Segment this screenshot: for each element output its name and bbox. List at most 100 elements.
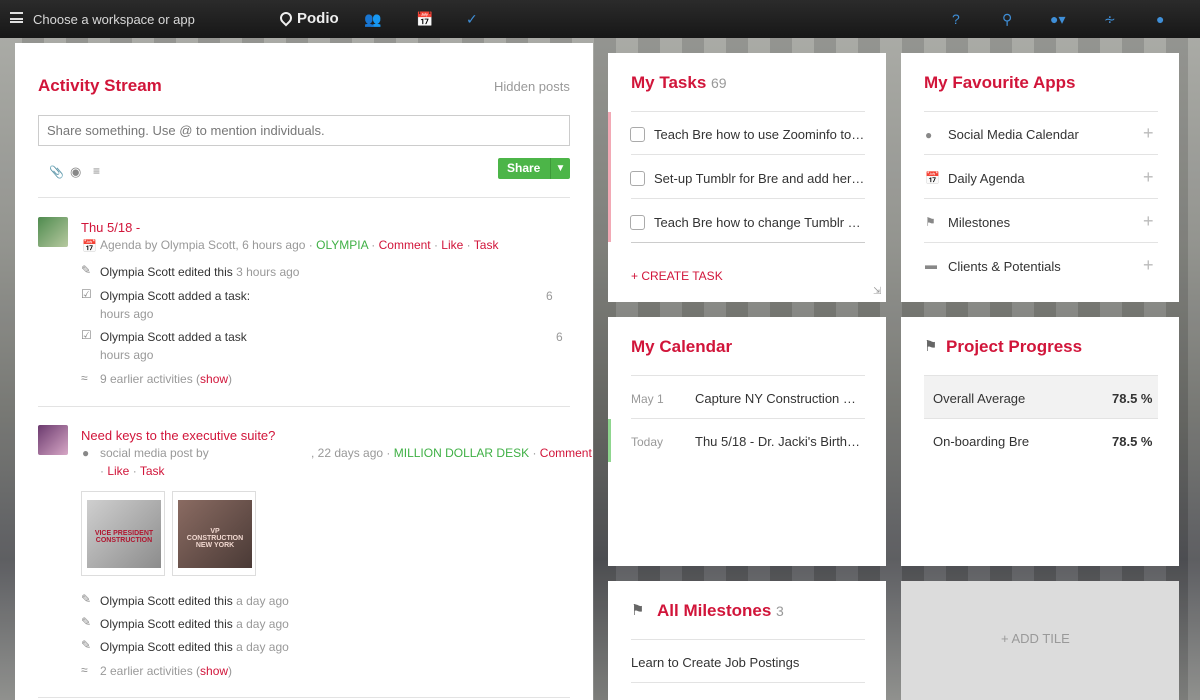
milestone-item[interactable]: Learn to Create Job Postings: [631, 655, 799, 670]
favourite-app-item[interactable]: Milestones: [948, 215, 1010, 230]
task-link[interactable]: Task: [474, 238, 499, 252]
tasks-icon[interactable]: ✓: [466, 11, 478, 28]
add-item-icon[interactable]: +: [1143, 123, 1154, 144]
hidden-posts-link[interactable]: Hidden posts: [494, 79, 570, 94]
progress-label[interactable]: On-boarding Bre: [933, 434, 1029, 449]
my-tasks-tile: My Tasks 69 Teach Bre how to use Zoominf…: [608, 53, 886, 302]
share-button-label: Share: [507, 161, 541, 175]
activity-time: 3 hours ago: [236, 265, 300, 279]
task-checkbox[interactable]: [630, 127, 645, 142]
calendar-app-icon: 📅: [925, 171, 940, 185]
menu-icon[interactable]: [10, 12, 23, 23]
post-meta-text: social media post by: [100, 446, 209, 460]
post-meta-time-text: , 22 days ago ·: [311, 446, 391, 460]
project-progress-title[interactable]: Project Progress: [946, 337, 1082, 357]
add-tile-text: ADD TILE: [1011, 631, 1070, 646]
share-input[interactable]: Share something. Use @ to mention indivi…: [38, 115, 570, 146]
plus-icon: +: [1001, 631, 1009, 646]
contacts-icon[interactable]: 👥: [364, 11, 381, 28]
tasks-title[interactable]: My Tasks 69: [631, 73, 727, 93]
add-item-icon[interactable]: +: [1143, 167, 1154, 188]
pencil-icon: ✎: [81, 592, 92, 606]
share-options-icon[interactable]: ▼: [550, 158, 570, 179]
avatar[interactable]: [38, 425, 68, 455]
comment-link[interactable]: Comment: [540, 446, 592, 460]
activity-user[interactable]: Olympia Scott: [100, 289, 175, 303]
show-activities-link[interactable]: show: [200, 372, 228, 386]
task-item[interactable]: Teach Bre how to change Tumblr po...: [654, 215, 866, 230]
show-activities-link[interactable]: show: [200, 664, 228, 678]
earlier-activities-prefix: 9 earlier activities (: [100, 372, 201, 386]
avatar[interactable]: [38, 217, 68, 247]
rss-icon[interactable]: ∻: [1104, 11, 1116, 28]
favourite-apps-tile: My Favourite Apps ● Social Media Calenda…: [901, 53, 1179, 302]
activity-action: edited this: [178, 640, 233, 654]
activity-time: hours ago: [100, 348, 154, 362]
divider: [924, 242, 1158, 243]
calendar-icon[interactable]: 📅: [416, 11, 433, 28]
divider: [38, 197, 570, 198]
earlier-activities: 2 earlier activities (show): [100, 664, 232, 678]
favourite-app-item[interactable]: Social Media Calendar: [948, 127, 1079, 142]
attachment-icon[interactable]: 📎: [49, 165, 64, 179]
workspace-switcher[interactable]: Choose a workspace or app: [33, 12, 195, 27]
divider: [631, 154, 865, 155]
add-tile-button[interactable]: + ADD TILE: [901, 581, 1179, 700]
activity-entry: Olympia Scott edited this a day ago: [100, 640, 289, 654]
task-item[interactable]: Teach Bre how to use Zoominfo to d...: [654, 127, 866, 142]
activity-user[interactable]: Olympia Scott: [100, 265, 175, 279]
add-item-icon[interactable]: +: [1143, 255, 1154, 276]
globe-icon[interactable]: ◉: [70, 164, 81, 180]
task-link[interactable]: Task: [140, 464, 165, 478]
image-thumbnail[interactable]: VP CONSTRUCTION NEW YORK: [172, 491, 256, 576]
milestones-title-text: All Milestones: [657, 601, 772, 620]
calendar-title[interactable]: My Calendar: [631, 337, 732, 357]
user-icon: ●: [82, 446, 90, 460]
user-menu-icon[interactable]: ●▾: [1050, 11, 1065, 28]
podio-logo[interactable]: Podio: [277, 9, 339, 27]
progress-label[interactable]: Overall Average: [933, 391, 1025, 406]
image-thumbnail[interactable]: VICE PRESIDENT CONSTRUCTION: [81, 491, 165, 576]
overdue-marker: [608, 112, 611, 242]
search-icon[interactable]: ⚲: [1002, 11, 1012, 28]
favourite-app-item[interactable]: Clients & Potentials: [948, 259, 1061, 274]
add-item-icon[interactable]: +: [1143, 211, 1154, 232]
earlier-activities: 9 earlier activities (show): [100, 372, 232, 386]
calendar-event[interactable]: Capture NY Construction Can...: [695, 391, 865, 406]
activity-user[interactable]: Olympia Scott: [100, 594, 175, 608]
task-checkbox[interactable]: [630, 215, 645, 230]
post-title[interactable]: Need keys to the executive suite?: [81, 428, 275, 443]
like-link[interactable]: Like: [441, 238, 463, 252]
post-title[interactable]: Thu 5/18 -: [81, 220, 140, 235]
question-list-icon[interactable]: ≡: [93, 164, 100, 178]
activity-action: added a task:: [178, 289, 251, 303]
divider: [631, 111, 865, 112]
post-actions: · Like · Task: [100, 464, 165, 478]
calendar-event[interactable]: Thu 5/18 - Dr. Jacki's Birthday: [695, 434, 865, 449]
milestones-title[interactable]: All Milestones 3: [657, 601, 784, 621]
my-calendar-tile: My Calendar May 1 Capture NY Constructio…: [608, 317, 886, 566]
thumbnail-caption: VP CONSTRUCTION NEW YORK: [186, 528, 244, 549]
workspace-link[interactable]: MILLION DOLLAR DESK: [394, 446, 529, 460]
resize-handle-icon[interactable]: ⇲: [873, 286, 881, 297]
pencil-icon: ✎: [81, 615, 92, 629]
task-checkbox[interactable]: [630, 171, 645, 186]
like-link[interactable]: Like: [107, 464, 129, 478]
activity-time: a day ago: [236, 617, 289, 631]
share-button[interactable]: Share ▼: [498, 158, 570, 179]
activity-user[interactable]: Olympia Scott: [100, 640, 175, 654]
chat-icon[interactable]: ●: [1156, 11, 1164, 27]
help-icon[interactable]: ?: [952, 11, 960, 27]
create-task-link[interactable]: + CREATE TASK: [631, 269, 723, 283]
workspace-link[interactable]: OLYMPIA: [316, 238, 368, 252]
activity-entry: Olympia Scott added a task: [100, 330, 247, 344]
activity-user[interactable]: Olympia Scott: [100, 330, 175, 344]
activity-time: a day ago: [236, 594, 289, 608]
favourite-apps-title[interactable]: My Favourite Apps: [924, 73, 1075, 93]
post-meta-time: , 22 days ago · MILLION DOLLAR DESK · Co…: [311, 446, 592, 460]
activity-user[interactable]: Olympia Scott: [100, 617, 175, 631]
comment-link[interactable]: Comment: [379, 238, 431, 252]
user-app-icon: ●: [925, 128, 933, 142]
task-item[interactable]: Set-up Tumblr for Bre and add her t...: [654, 171, 866, 186]
favourite-app-item[interactable]: Daily Agenda: [948, 171, 1025, 186]
